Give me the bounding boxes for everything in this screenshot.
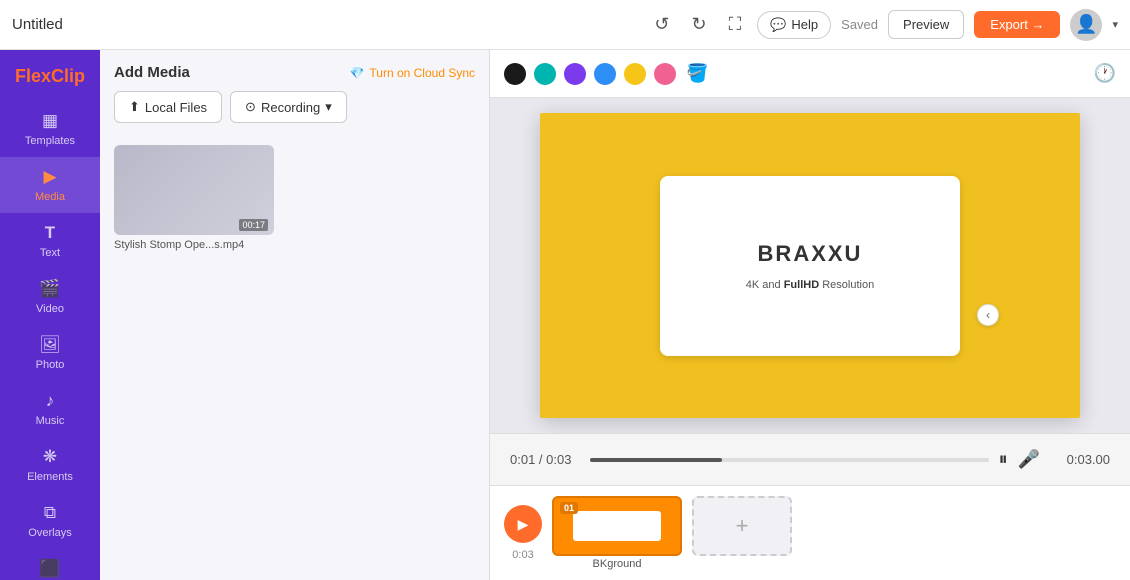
preview-button[interactable]: Preview bbox=[888, 10, 964, 39]
canvas-card-subtitle: 4K and FullHD Resolution bbox=[746, 279, 874, 291]
video-icon: 🎬 bbox=[39, 279, 60, 299]
collapse-panel-button[interactable]: ‹ bbox=[977, 304, 999, 326]
play-button-wrapper: ▶ 0:03 bbox=[504, 505, 542, 561]
media-grid: 00:17 Stylish Stomp Ope...s.mp4 bbox=[100, 137, 489, 580]
logo: FlexClip bbox=[0, 58, 100, 101]
pause-button[interactable]: ⏸ bbox=[999, 449, 1008, 470]
panel-header: Add Media 💎 Turn on Cloud Sync bbox=[100, 50, 489, 91]
color-toolbar: 🪣 🕐 bbox=[490, 50, 1130, 98]
sidebar-item-media[interactable]: ▶ Media bbox=[0, 157, 100, 213]
play-button[interactable]: ▶ bbox=[504, 505, 542, 543]
color-yellow[interactable] bbox=[624, 63, 646, 85]
canvas-frame[interactable]: BRAXXU 4K and FullHD Resolution bbox=[540, 113, 1080, 418]
canvas-logo-text: BRAXXU bbox=[758, 241, 863, 267]
clip-label: BKground bbox=[593, 558, 642, 570]
sidebar-item-label: Media bbox=[35, 191, 65, 203]
progress-bar-fill bbox=[590, 458, 722, 462]
color-teal[interactable] bbox=[534, 63, 556, 85]
logo-clip: Clip bbox=[51, 66, 85, 86]
video-controls: 0:01 / 0:03 ⏸ 🎤 0:03.00 bbox=[490, 433, 1130, 485]
music-icon: ♪ bbox=[46, 391, 55, 411]
clip-thumbnail bbox=[573, 511, 661, 542]
end-time-label: 0:03.00 bbox=[1050, 452, 1110, 467]
sidebar-item-label: Templates bbox=[25, 135, 75, 147]
media-thumbnail: 00:17 bbox=[114, 145, 274, 235]
current-time-label: 0:01 / 0:03 bbox=[510, 452, 580, 467]
right-area: ‹ 🪣 🕐 BRAXXU 4K and FullHD Resolution bbox=[490, 50, 1130, 580]
sidebar-item-label: Overlays bbox=[28, 527, 71, 539]
plus-icon: + bbox=[736, 513, 749, 539]
topbar: Untitled ↺ ↻ ⛶ 💬 Help Saved Preview Expo… bbox=[0, 0, 1130, 50]
color-blue[interactable] bbox=[594, 63, 616, 85]
elements-icon: ❋ bbox=[43, 447, 57, 467]
canvas-card: BRAXXU 4K and FullHD Resolution bbox=[660, 176, 960, 356]
sidebar-item-label: Video bbox=[36, 303, 64, 315]
topbar-right: 💬 Help Saved Preview Export → 👤 ▾ bbox=[757, 9, 1118, 41]
sidebar-item-music[interactable]: ♪ Music bbox=[0, 381, 100, 437]
timeline-add-wrapper: + + bbox=[692, 496, 792, 570]
help-button[interactable]: 💬 Help bbox=[757, 11, 831, 39]
upload-icon: ⬆ bbox=[129, 99, 140, 115]
recording-dropdown-icon: ▾ bbox=[325, 99, 332, 115]
undo-button[interactable]: ↺ bbox=[648, 10, 675, 39]
sidebar-item-photo[interactable]: 🖼 Photo bbox=[0, 325, 100, 381]
fill-color-icon[interactable]: 🪣 bbox=[686, 63, 708, 84]
timeline-clip-1[interactable]: 01 bbox=[552, 496, 682, 556]
sidebar-item-text[interactable]: T Text bbox=[0, 213, 100, 269]
photo-icon: 🖼 bbox=[39, 335, 61, 355]
sidebar-item-label: Elements bbox=[27, 471, 73, 483]
avatar[interactable]: 👤 bbox=[1070, 9, 1102, 41]
sidebar-item-label: Photo bbox=[36, 359, 65, 371]
left-panel: Add Media 💎 Turn on Cloud Sync ⬆ Local F… bbox=[100, 50, 490, 580]
color-black[interactable] bbox=[504, 63, 526, 85]
canvas-area: BRAXXU 4K and FullHD Resolution bbox=[490, 98, 1130, 433]
sidebar-item-video[interactable]: 🎬 Video bbox=[0, 269, 100, 325]
redo-button[interactable]: ↻ bbox=[686, 10, 713, 39]
logo-flex: Flex bbox=[15, 66, 51, 86]
sidebar: FlexClip ▦ Templates ▶ Media T Text 🎬 Vi… bbox=[0, 50, 100, 580]
panel-actions: ⬆ Local Files ⊙ Recording ▾ bbox=[100, 91, 489, 137]
screen-record-icon: ⊙ bbox=[245, 99, 256, 115]
sidebar-item-label: Music bbox=[36, 415, 65, 427]
color-purple[interactable] bbox=[564, 63, 586, 85]
chat-icon: 💬 bbox=[770, 17, 786, 33]
sidebar-item-label: Text bbox=[40, 247, 60, 259]
text-icon: T bbox=[45, 223, 55, 243]
templates-icon: ▦ bbox=[42, 111, 58, 131]
sidebar-item-templates[interactable]: ▦ Templates bbox=[0, 101, 100, 157]
bkground-icon: ⬛ bbox=[39, 559, 60, 579]
cloud-icon: 💎 bbox=[349, 66, 364, 80]
sidebar-item-overlays[interactable]: ⧉ Overlays bbox=[0, 493, 100, 549]
sidebar-item-bkground[interactable]: ⬛ BKground bbox=[0, 549, 100, 580]
media-duration: 00:17 bbox=[239, 219, 268, 231]
media-icon: ▶ bbox=[43, 167, 56, 187]
profile-dropdown-icon[interactable]: ▾ bbox=[1112, 18, 1118, 31]
media-item[interactable]: 00:17 Stylish Stomp Ope...s.mp4 bbox=[114, 145, 274, 572]
media-filename: Stylish Stomp Ope...s.mp4 bbox=[114, 239, 274, 251]
expand-button[interactable]: ⛶ bbox=[723, 10, 748, 39]
progress-bar[interactable] bbox=[590, 458, 989, 462]
history-icon[interactable]: 🕐 bbox=[1094, 63, 1116, 84]
overlays-icon: ⧉ bbox=[44, 503, 56, 523]
local-files-button[interactable]: ⬆ Local Files bbox=[114, 91, 222, 123]
color-pink[interactable] bbox=[654, 63, 676, 85]
saved-label: Saved bbox=[841, 17, 878, 32]
export-button[interactable]: Export → bbox=[974, 11, 1060, 38]
add-clip-button[interactable]: + bbox=[692, 496, 792, 556]
microphone-icon[interactable]: 🎤 bbox=[1018, 449, 1040, 470]
timeline: ▶ 0:03 01 BKground + + bbox=[490, 485, 1130, 580]
timeline-clip-1-wrapper: 01 BKground bbox=[552, 496, 682, 570]
clip-number: 01 bbox=[560, 502, 578, 514]
main-layout: FlexClip ▦ Templates ▶ Media T Text 🎬 Vi… bbox=[0, 50, 1130, 580]
cloud-sync-button[interactable]: 💎 Turn on Cloud Sync bbox=[349, 66, 475, 80]
topbar-title: Untitled bbox=[12, 16, 638, 33]
timeline-time: 0:03 bbox=[512, 549, 533, 561]
recording-button[interactable]: ⊙ Recording ▾ bbox=[230, 91, 347, 123]
sidebar-item-elements[interactable]: ❋ Elements bbox=[0, 437, 100, 493]
add-media-title: Add Media bbox=[114, 64, 190, 81]
